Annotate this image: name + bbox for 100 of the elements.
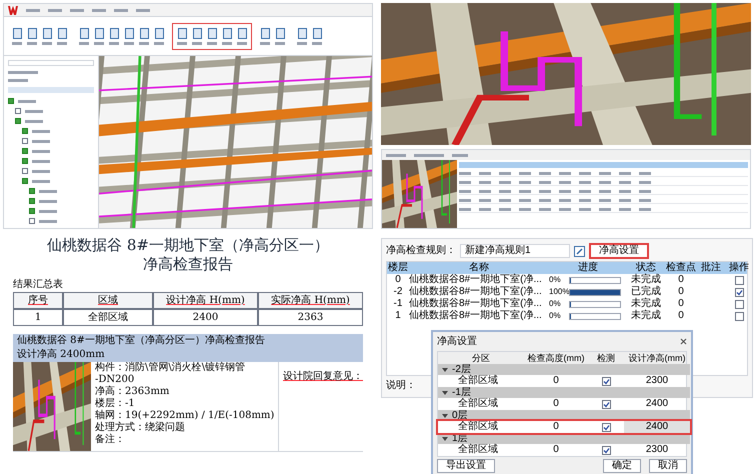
tree-checkbox[interactable]	[15, 108, 21, 114]
status-cell-text: 未完成	[630, 298, 662, 310]
label-placeholder-bar	[32, 170, 50, 172]
ribbon-tool-icon[interactable]	[124, 28, 134, 38]
design-height-cell-text: 2400	[644, 398, 670, 410]
table-header-cell: 区域	[63, 292, 153, 309]
checkbox[interactable]	[602, 422, 610, 432]
detail-line: 净高：2363mm	[95, 386, 170, 398]
checkbox[interactable]	[602, 400, 610, 408]
ribbon-tool-icon[interactable]	[298, 28, 306, 38]
area-row[interactable]: 全部区域 0 2300	[438, 444, 690, 456]
checkbox[interactable]	[734, 300, 744, 308]
dialog-button[interactable]: 取消	[649, 459, 687, 473]
ribbon-tool-icon[interactable]	[28, 28, 36, 38]
dialog-button[interactable]: 导出设置	[437, 459, 495, 473]
check-icon	[736, 288, 742, 296]
settings-button[interactable]: 净高设置	[589, 243, 649, 259]
collapse-caret-icon[interactable]	[442, 414, 448, 418]
collapse-caret-icon[interactable]	[442, 368, 448, 372]
label-placeholder-bar	[39, 220, 57, 222]
height-cell-text: 0	[552, 444, 560, 456]
column-header: 检查点	[665, 262, 697, 274]
table-cell: 2400	[153, 309, 258, 326]
tree-checkbox[interactable]	[15, 118, 21, 124]
area-row[interactable]: 全部区域 0 2400	[438, 421, 690, 433]
tree-checkbox[interactable]	[22, 138, 28, 144]
ribbon-tool-icon[interactable]	[192, 28, 202, 38]
area-row[interactable]: 全部区域 0 2300	[438, 375, 690, 387]
edit-icon[interactable]	[574, 246, 585, 256]
ribbon-tool-icon[interactable]	[276, 28, 284, 38]
summary-caption: 结果汇总表	[13, 278, 64, 292]
ribbon-tool-icon[interactable]	[238, 28, 246, 38]
label-placeholder-bar	[519, 208, 531, 211]
checkbox[interactable]	[734, 276, 744, 284]
checkbox[interactable]	[602, 446, 610, 454]
ribbon-tool-icon[interactable]	[178, 28, 186, 38]
area-cell-text: 全部区域	[457, 375, 499, 387]
label-placeholder-bar	[386, 154, 406, 156]
collapse-caret-icon[interactable]	[442, 436, 448, 440]
table-cell: 2363	[258, 309, 363, 326]
label-placeholder-bar	[579, 190, 591, 193]
ribbon-tool-icon[interactable]	[12, 28, 22, 38]
label-placeholder-bar	[222, 42, 232, 44]
tree-checkbox[interactable]	[22, 158, 28, 164]
label-placeholder-bar	[599, 172, 611, 175]
report-subtitle: 净高检查报告	[143, 255, 233, 274]
floor-group-header: -2层	[452, 364, 471, 375]
ribbon-tool-icon[interactable]	[222, 28, 232, 38]
floor-cell-text: 1	[394, 310, 402, 322]
ribbon-tool-icon[interactable]	[42, 28, 52, 38]
status-cell-text: 未完成	[630, 274, 662, 286]
label-placeholder-bar	[32, 180, 50, 182]
close-icon[interactable]	[680, 338, 687, 345]
label-placeholder-bar	[539, 181, 551, 184]
check-icon	[602, 378, 610, 384]
tree-checkbox[interactable]	[22, 128, 28, 134]
ribbon-tool-icon[interactable]	[140, 28, 148, 38]
progress-text: 0%	[549, 298, 562, 310]
rule-select[interactable]: 新建净高规则1	[460, 244, 570, 258]
name-cell-text: 仙桃数据谷8#一期地下室(净...	[409, 286, 543, 298]
tree-checkbox[interactable]	[22, 178, 28, 184]
label-placeholder-bar	[519, 199, 531, 202]
tree-checkbox[interactable]	[29, 218, 35, 224]
label-placeholder-bar	[459, 172, 471, 175]
checkbox[interactable]	[734, 312, 744, 320]
checkbox[interactable]	[734, 288, 744, 296]
label-placeholder-bar	[619, 181, 631, 184]
label-placeholder-bar	[260, 42, 270, 44]
label-placeholder-bar	[479, 199, 491, 202]
dialog-button[interactable]: 确定	[603, 459, 641, 473]
label-placeholder-bar	[12, 42, 22, 44]
label-placeholder-bar	[39, 190, 57, 192]
tree-checkbox[interactable]	[22, 148, 28, 154]
project-field[interactable]	[8, 60, 94, 66]
label-placeholder-bar	[519, 172, 531, 175]
ribbon-tool-icon[interactable]	[110, 28, 118, 38]
ribbon-tool-icon[interactable]	[208, 28, 216, 38]
ribbon-tool-icon[interactable]	[80, 28, 88, 38]
label-placeholder-bar	[25, 110, 43, 112]
ribbon-tool-icon[interactable]	[260, 28, 270, 38]
detail-line: 轴网：19(+2292mm) / 1/E(-108mm)	[95, 410, 274, 422]
tree-checkbox[interactable]	[29, 208, 35, 214]
tree-checkbox[interactable]	[22, 168, 28, 174]
label-placeholder-bar	[599, 181, 611, 184]
ribbon-tool-icon[interactable]	[154, 28, 164, 38]
collapse-caret-icon[interactable]	[442, 390, 448, 394]
ribbon-tool-icon[interactable]	[58, 28, 66, 38]
tree-checkbox[interactable]	[29, 188, 35, 194]
label-placeholder-bar	[559, 190, 571, 193]
ribbon-tool-icon[interactable]	[94, 28, 104, 38]
area-cell-text: 全部区域	[457, 421, 499, 433]
ribbon-tool-icon[interactable]	[312, 28, 322, 38]
column-header: 进度	[577, 262, 599, 274]
tree-checkbox[interactable]	[29, 198, 35, 204]
checkbox[interactable]	[602, 376, 610, 386]
label-placeholder-bar	[414, 154, 444, 156]
area-row[interactable]: 全部区域 0 2400	[438, 398, 690, 410]
label-placeholder-bar	[559, 172, 571, 175]
tree-checkbox[interactable]	[8, 98, 14, 104]
column-header: 批注	[700, 262, 722, 274]
